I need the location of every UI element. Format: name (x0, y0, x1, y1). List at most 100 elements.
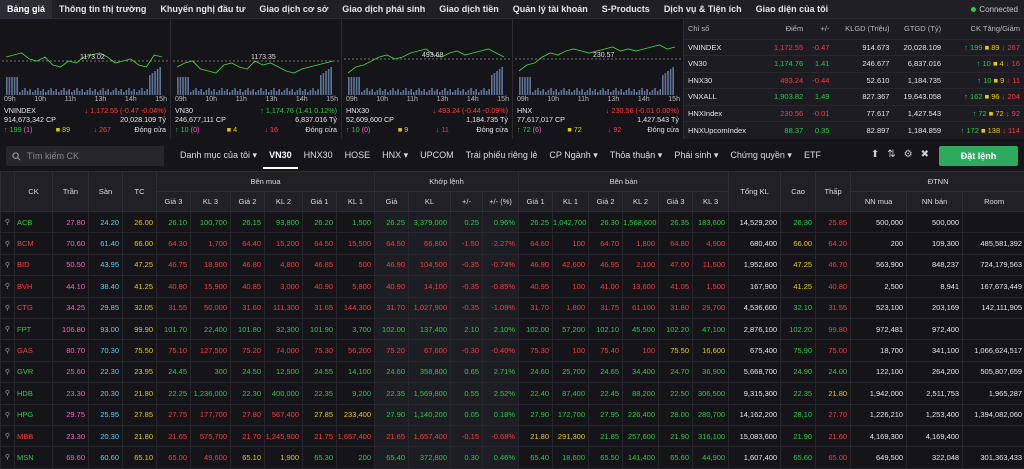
cell-gi-2[interactable]: 46.95 (589, 254, 623, 275)
cell-kl-1[interactable]: 15,500 (337, 233, 375, 254)
cell-kl-2[interactable]: 257,600 (623, 425, 659, 446)
cell-gi-1[interactable]: 64.50 (303, 233, 337, 254)
cell--[interactable]: 0.96% (483, 212, 519, 233)
cell-gi-2[interactable]: 75.20 (231, 340, 265, 361)
cell-gi-2[interactable]: 26.15 (231, 212, 265, 233)
cell-kl-1[interactable]: 1,657,400 (337, 425, 375, 446)
stock-symbol[interactable]: MBB (15, 425, 53, 446)
cell-gi-[interactable]: 102.00 (375, 318, 409, 339)
cell-gi-[interactable]: 22.35 (375, 383, 409, 404)
pin-icon[interactable]: ⚲ (1, 318, 15, 339)
cell-kl-3[interactable]: 306,500 (693, 383, 729, 404)
cell--[interactable]: 0.46% (483, 447, 519, 468)
cell-kl-1[interactable]: 1,042,700 (553, 212, 589, 233)
cell-kl-2[interactable]: 12,500 (265, 361, 303, 382)
cell-kl-1[interactable]: 1,800 (553, 297, 589, 318)
sort-icon[interactable]: ⇅ (887, 149, 895, 160)
cell-gi-2[interactable]: 31.60 (231, 297, 265, 318)
close-icon[interactable]: ✖ (921, 149, 929, 160)
cell-gi-1[interactable]: 46.90 (519, 254, 553, 275)
cell-kl-2[interactable]: 400,000 (265, 383, 303, 404)
cell-kl-3[interactable]: 1,700 (191, 233, 231, 254)
pin-icon[interactable]: ⚲ (1, 447, 15, 468)
cell-gi-3[interactable]: 26.35 (659, 212, 693, 233)
cell-kl[interactable]: 1,140,200 (409, 404, 451, 425)
cell-gi-1[interactable]: 75.30 (519, 340, 553, 361)
tab-11[interactable]: ETF (798, 143, 827, 169)
cell-kl-3[interactable]: 280,700 (693, 404, 729, 425)
cell-kl[interactable]: 66,800 (409, 233, 451, 254)
tab-8[interactable]: Thỏa thuận ▾ (604, 143, 669, 169)
stock-row[interactable]: ⚲CTG34.2529.8532.0531.5550,00031.60111,3… (1, 297, 1024, 318)
cell-kl-3[interactable]: 100,700 (191, 212, 231, 233)
cell-kl-1[interactable]: 172,700 (553, 404, 589, 425)
cell-gi-3[interactable]: 24.70 (659, 361, 693, 382)
cell-kl-1[interactable]: 233,400 (337, 404, 375, 425)
tab-1[interactable]: VN30 (263, 143, 298, 169)
cell-kl[interactable]: 67,600 (409, 340, 451, 361)
cell-gi-1[interactable]: 27.90 (519, 404, 553, 425)
cell-gi-1[interactable]: 64.60 (519, 233, 553, 254)
cell-gi-2[interactable]: 22.45 (589, 383, 623, 404)
cell-gi-3[interactable]: 64.30 (157, 233, 191, 254)
stock-row[interactable]: ⚲BVH44.1038.4041.2540.8015,90040.853,000… (1, 276, 1024, 297)
cell-kl-2[interactable]: 567,400 (265, 404, 303, 425)
pin-icon[interactable]: ⬆ (871, 149, 879, 160)
cell-gi-2[interactable]: 65.10 (231, 447, 265, 468)
cell-gi-3[interactable]: 75.50 (659, 340, 693, 361)
cell-kl-3[interactable]: 15,900 (191, 276, 231, 297)
index-row[interactable]: VN301,174.761.41246.6776,837.016↑ 10 ■ 4… (684, 56, 1024, 73)
cell-kl[interactable]: 104,500 (409, 254, 451, 275)
stock-row[interactable]: ⚲MBB23.3020.3021.8021.65575,70021.701,24… (1, 425, 1024, 446)
cell-gi-3[interactable]: 27.75 (157, 404, 191, 425)
cell-gi-2[interactable]: 22.30 (231, 383, 265, 404)
cell-kl-3[interactable]: 29,700 (693, 297, 729, 318)
stock-symbol[interactable]: BID (15, 254, 53, 275)
stock-symbol[interactable]: ACB (15, 212, 53, 233)
index-row[interactable]: VNINDEX1,172.55-0.47914.67320,028.109↑ 1… (684, 39, 1024, 56)
nav-item-9[interactable]: Giao diện của tôi (749, 0, 836, 19)
cell-kl-2[interactable]: 61,100 (623, 297, 659, 318)
cell-kl-1[interactable]: 42,600 (553, 254, 589, 275)
cell-kl-3[interactable]: 4,900 (693, 233, 729, 254)
cell-gi-[interactable]: 26.25 (375, 212, 409, 233)
cell-kl-2[interactable]: 1,245,900 (265, 425, 303, 446)
cell-kl-2[interactable]: 15,200 (265, 233, 303, 254)
cell-kl-2[interactable]: 141,400 (623, 447, 659, 468)
cell-kl-2[interactable]: 2,100 (623, 254, 659, 275)
cell-gi-3[interactable]: 31.55 (157, 297, 191, 318)
cell-kl-2[interactable]: 74,000 (265, 340, 303, 361)
cell-gi-1[interactable]: 65.40 (519, 447, 553, 468)
cell-gi-2[interactable]: 24.65 (589, 361, 623, 382)
nav-item-1[interactable]: Thông tin thị trường (52, 0, 153, 19)
cell-gi-3[interactable]: 22.25 (157, 383, 191, 404)
cell-kl-2[interactable]: 226,400 (623, 404, 659, 425)
cell-kl-3[interactable]: 183,600 (693, 212, 729, 233)
nav-item-3[interactable]: Giao dịch cơ sở (252, 0, 335, 19)
cell-gi-[interactable]: 40.90 (375, 276, 409, 297)
pin-icon[interactable]: ⚲ (1, 383, 15, 404)
cell-gi-2[interactable]: 27.80 (231, 404, 265, 425)
cell-gi-2[interactable]: 75.40 (589, 340, 623, 361)
cell-kl-1[interactable]: 100 (553, 233, 589, 254)
stock-symbol[interactable]: GAS (15, 340, 53, 361)
cell-kl-1[interactable]: 144,300 (337, 297, 375, 318)
pin-icon[interactable]: ⚲ (1, 340, 15, 361)
cell--[interactable]: -1.50 (451, 233, 483, 254)
index-row[interactable]: HNXUpcomIndex88.370.3582.8971,184.859↑ 1… (684, 122, 1024, 139)
tab-0[interactable]: Danh mục của tôi ▾ (174, 143, 263, 169)
cell-gi-[interactable]: 31.70 (375, 297, 409, 318)
cell-gi-1[interactable]: 24.55 (303, 361, 337, 382)
cell-kl-2[interactable]: 4,800 (265, 254, 303, 275)
cell-kl-1[interactable]: 25,700 (553, 361, 589, 382)
cell-kl-1[interactable]: 500 (337, 254, 375, 275)
tab-10[interactable]: Chứng quyền ▾ (724, 143, 798, 169)
cell-gi-2[interactable]: 64.70 (589, 233, 623, 254)
cell-gi-3[interactable]: 41.05 (659, 276, 693, 297)
index-row[interactable]: HNXIndex230.56-0.0177.6171,427.543↑ 72 ■… (684, 105, 1024, 122)
cell-kl-3[interactable]: 36,900 (693, 361, 729, 382)
cell-gi-1[interactable]: 21.75 (303, 425, 337, 446)
pin-icon[interactable]: ⚲ (1, 425, 15, 446)
tab-4[interactable]: HNX ▾ (376, 143, 414, 169)
tab-6[interactable]: Trái phiếu riêng lẻ (460, 143, 544, 169)
